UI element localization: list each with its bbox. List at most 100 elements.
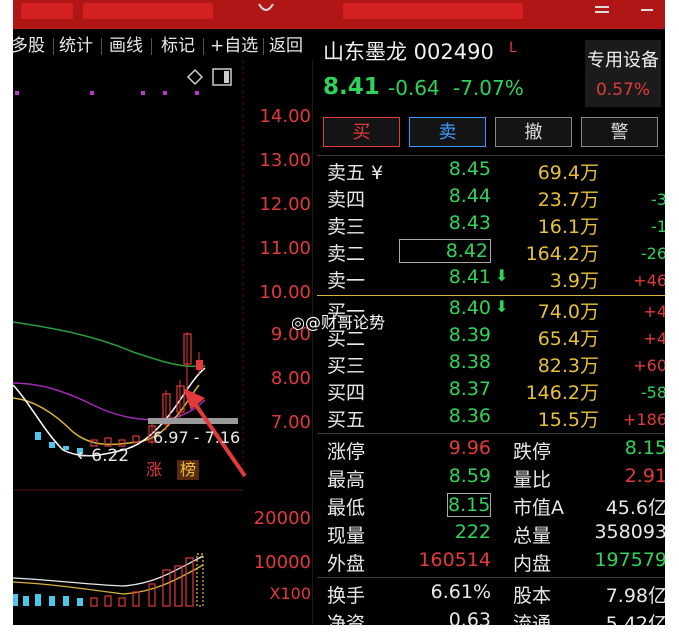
ask-price-selected[interactable]: 8.42 <box>399 239 491 263</box>
stat-label: 量比 <box>513 469 552 491</box>
ask-label: 卖四 <box>327 189 366 211</box>
ask-label: 卖三 <box>327 216 366 238</box>
ask-price: 8.43 <box>448 212 491 234</box>
stat-label: 外盘 <box>327 553 366 575</box>
buy-button[interactable]: 买 <box>323 117 400 147</box>
tb-back[interactable]: 返回 <box>269 33 303 59</box>
sell-button[interactable]: 卖 <box>409 117 486 147</box>
menu-icon[interactable] <box>593 2 611 16</box>
ask-row[interactable]: 卖二 8.42 164.2万 -26 <box>323 239 665 266</box>
stat-value: 9.96 <box>448 437 491 459</box>
stat-label: 最高 <box>327 469 366 491</box>
stat-label: 市值A <box>513 497 564 519</box>
trading-app-window: 多股 统计 画线 标记 +自选 返回 14.00 13.00 12.00 11.… <box>13 0 665 625</box>
stat-label: 现量 <box>327 525 366 547</box>
bid-volume: 15.5万 <box>537 409 599 431</box>
bid-delta: +60 <box>633 356 665 375</box>
tb-draw-line[interactable]: 画线 <box>109 33 143 59</box>
ask-volume: 23.7万 <box>537 189 599 211</box>
volume-axis-tick: 20000 <box>253 508 311 529</box>
tb-add-watchlist[interactable]: +自选 <box>210 33 258 59</box>
bid-label: 买三 <box>327 355 366 377</box>
ask-volume: 3.9万 <box>549 270 599 292</box>
ask-volume: 69.4万 <box>537 162 599 184</box>
ask-price: 8.45 <box>448 158 491 180</box>
bid-row[interactable]: 买三 8.38 82.3万 +60 <box>323 351 665 378</box>
price-axis-tick: 11.00 <box>259 238 311 259</box>
kline-chart[interactable]: 14.00 13.00 12.00 11.00 10.00 9.00 8.00 … <box>13 60 313 625</box>
ask-delta: -1 <box>651 217 665 236</box>
stat-label: 最低 <box>327 497 366 519</box>
sector-name: 专用设备 <box>587 50 659 71</box>
stat-label: 涨停 <box>327 441 366 463</box>
stock-flag: L <box>509 40 517 56</box>
cancel-order-button[interactable]: 撤 <box>495 117 572 147</box>
stat-row: 换手 6.61% 股本 7.98亿 <box>323 581 665 608</box>
stat-value: 160514 <box>418 549 491 571</box>
ask-row[interactable]: 卖三 8.43 16.1万 -1 <box>323 212 665 239</box>
ask-row[interactable]: 卖四 8.44 23.7万 -3 <box>323 185 665 212</box>
watermark-text: @财哥论势 <box>304 313 385 332</box>
low-price-annotation: ←6.22 <box>77 446 130 466</box>
tb-mark[interactable]: 标记 <box>161 33 195 59</box>
down-arrow-icon: ⬇ <box>495 266 509 285</box>
price-axis-tick: 8.00 <box>270 368 311 389</box>
bid-delta: -58 <box>640 383 665 402</box>
ask-row[interactable]: 卖一 8.41 ⬇ 3.9万 +46 <box>323 266 665 293</box>
title-bar-segment <box>83 3 213 19</box>
bid-price: 8.39 <box>448 324 491 346</box>
stat-row: 最高 8.59 量比 2.91 <box>323 465 665 492</box>
stat-value-selected[interactable]: 8.15 <box>447 493 491 517</box>
book-midline <box>317 295 665 296</box>
alert-button[interactable]: 警 <box>581 117 658 147</box>
bid-price: 8.37 <box>448 378 491 400</box>
price-change-pct: -7.07% <box>453 76 524 100</box>
ask-label: 卖二 <box>327 243 366 265</box>
price-axis-tick: 7.00 <box>270 412 311 433</box>
stat-label: 跌停 <box>513 441 552 463</box>
divider <box>317 577 665 578</box>
bid-delta: +186 <box>623 410 665 429</box>
sector-box[interactable]: 专用设备 0.57% <box>585 40 661 107</box>
limit-up-tag[interactable]: 涨 <box>143 460 165 480</box>
toolbar-divider <box>263 38 264 55</box>
stat-row: 现量 222 总量 358093 <box>323 521 665 548</box>
down-arrow-icon: ⬇ <box>495 297 509 316</box>
minimize-icon[interactable] <box>638 2 656 16</box>
stat-row: 最低 8.15 市值A 45.6亿 <box>323 493 665 520</box>
toolbar-divider <box>151 38 152 55</box>
bid-row[interactable]: 买五 8.36 15.5万 +186 <box>323 405 665 432</box>
stat-value: 0.63 <box>448 609 491 625</box>
stat-value: 2.91 <box>624 465 665 487</box>
tb-statistics[interactable]: 统计 <box>59 33 93 59</box>
ask-delta: +46 <box>633 271 665 290</box>
bid-label: 买四 <box>327 382 366 404</box>
sector-pct: 0.57% <box>595 80 650 100</box>
bid-volume: 65.4万 <box>537 328 599 350</box>
price-change: -0.64 <box>388 76 440 100</box>
divider <box>317 155 665 156</box>
search-icon[interactable] <box>253 0 279 18</box>
ask-label: 卖五 ¥ <box>327 162 384 184</box>
title-bar-segment <box>343 3 523 19</box>
tb-multi-stock[interactable]: 多股 <box>13 33 45 59</box>
low-price-value: 6.22 <box>91 446 130 466</box>
ask-row[interactable]: 卖五 ¥ 8.45 69.4万 <box>323 158 665 185</box>
stat-value: 222 <box>454 521 491 543</box>
stat-label: 流通 <box>513 613 552 625</box>
ask-price: 8.44 <box>448 185 491 207</box>
bid-price: 8.36 <box>448 405 491 427</box>
price-axis-tick: 14.00 <box>259 106 311 127</box>
rank-tag[interactable]: 榜 <box>177 460 199 480</box>
bid-price: 8.38 <box>448 351 491 373</box>
top-title-bar <box>13 0 665 29</box>
current-price: 8.41 <box>323 74 380 100</box>
bid-delta: +4 <box>643 329 665 348</box>
volume-axis-tick: 10000 <box>253 552 311 573</box>
stat-value: 358093 <box>594 521 665 543</box>
stat-row: 净资 0.63 流通 5.42亿 <box>323 609 665 625</box>
stat-value: 8.59 <box>448 465 491 487</box>
bid-row[interactable]: 买四 8.37 146.2万 -58 <box>323 378 665 405</box>
divider <box>317 433 665 434</box>
toolbar-divider <box>53 38 54 55</box>
